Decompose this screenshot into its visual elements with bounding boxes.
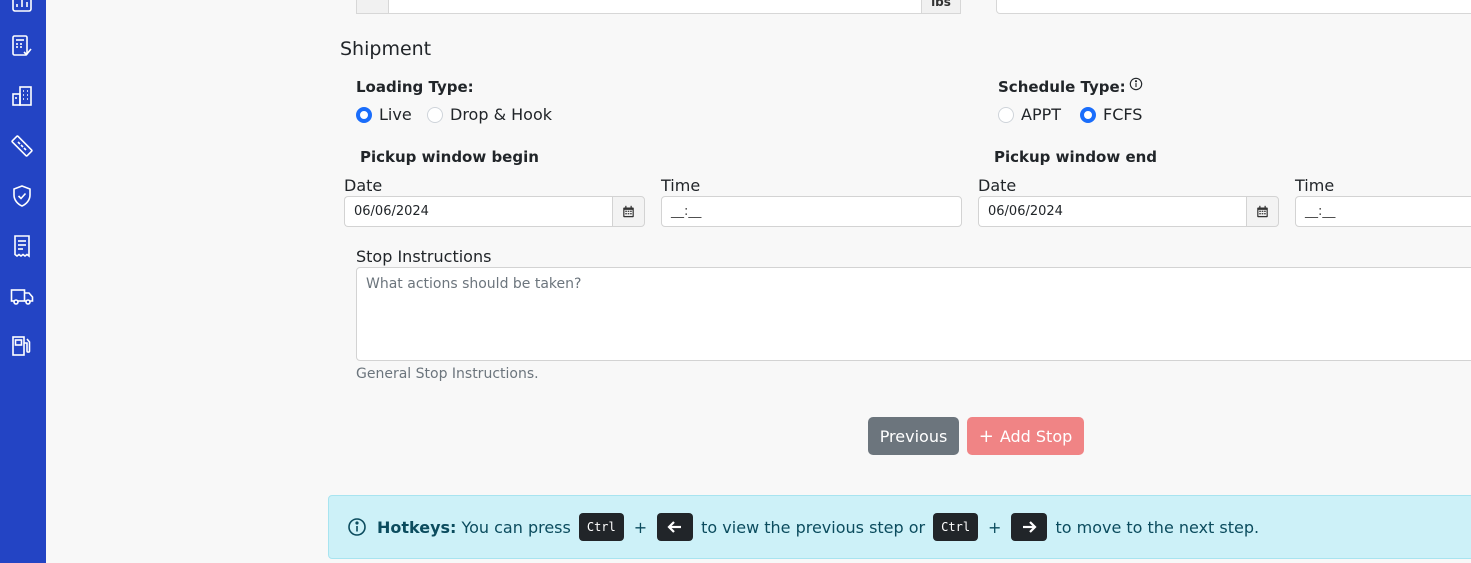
hotkeys-text-1: You can press xyxy=(461,517,571,537)
chart-icon[interactable] xyxy=(10,0,34,14)
radio-label: FCFS xyxy=(1103,105,1143,124)
hotkeys-text-2: to view the previous step or xyxy=(701,517,926,537)
pickup-begin-time-input[interactable]: __:__ xyxy=(661,196,962,227)
arrow-left-icon xyxy=(657,513,694,541)
stop-instructions-placeholder: What actions should be taken? xyxy=(366,276,582,292)
add-stop-button[interactable]: + Add Stop xyxy=(967,417,1084,455)
pickup-end-date-field: 06/06/2024 xyxy=(978,196,1279,227)
weight-unit-label: lbs xyxy=(921,0,961,14)
schedule-type-appt-radio[interactable]: APPT xyxy=(998,105,1061,124)
plus-icon: + xyxy=(978,425,994,447)
shield-check-icon[interactable] xyxy=(10,184,34,208)
calendar-icon[interactable] xyxy=(612,196,645,227)
stop-instructions-label: Stop Instructions xyxy=(356,247,492,266)
hotkeys-alert: Hotkeys: You can press Ctrl + to view th… xyxy=(328,495,1471,559)
hotkeys-title: Hotkeys: xyxy=(377,517,457,537)
ruler-icon[interactable] xyxy=(10,134,34,158)
radio-button[interactable] xyxy=(356,106,372,123)
pickup-begin-label: Pickup window begin xyxy=(360,148,539,166)
invoice-check-icon[interactable] xyxy=(10,34,34,58)
radio-label: Drop & Hook xyxy=(450,105,553,124)
plus-sign: + xyxy=(988,517,1002,537)
schedule-type-fcfs-radio[interactable]: FCFS xyxy=(1080,105,1142,124)
ctrl-key: Ctrl xyxy=(578,513,624,541)
radio-button[interactable] xyxy=(998,106,1014,123)
add-stop-label: Add Stop xyxy=(999,426,1073,446)
pickup-end-date-label: Date xyxy=(978,176,1017,195)
pickup-begin-date-input[interactable]: 06/06/2024 xyxy=(344,196,612,227)
schedule-type-label: Schedule Type: xyxy=(998,78,1126,96)
pickup-end-date-input[interactable]: 06/06/2024 xyxy=(978,196,1246,227)
pickup-begin-date-label: Date xyxy=(344,176,383,195)
info-icon[interactable] xyxy=(1129,77,1143,91)
pickup-begin-time-label: Time xyxy=(661,176,701,195)
loading-type-drop-hook-radio[interactable]: Drop & Hook xyxy=(427,105,552,124)
radio-button[interactable] xyxy=(1080,106,1096,123)
stop-instructions-textarea[interactable]: What actions should be taken? xyxy=(356,267,1471,361)
previous-button[interactable]: Previous xyxy=(868,417,959,455)
truck-icon[interactable] xyxy=(10,284,34,308)
pickup-end-label: Pickup window end xyxy=(994,148,1158,166)
receipt-icon[interactable] xyxy=(10,234,34,258)
stop-instructions-help: General Stop Instructions. xyxy=(356,366,539,382)
pickup-end-time-input[interactable]: __:__ xyxy=(1295,196,1471,227)
pickup-begin-date-field: 06/06/2024 xyxy=(344,196,645,227)
loading-type-live-radio[interactable]: Live xyxy=(356,105,412,124)
sidebar xyxy=(0,0,46,563)
info-circle-icon xyxy=(347,517,367,537)
plus-sign: + xyxy=(633,517,648,537)
weight-unit-selector[interactable] xyxy=(356,0,389,14)
radio-label: Live xyxy=(379,105,412,124)
hotkeys-text-3: to move to the next step. xyxy=(1055,517,1260,537)
calendar-icon[interactable] xyxy=(1246,196,1279,227)
pickup-end-time-label: Time xyxy=(1295,176,1335,195)
buildings-icon[interactable] xyxy=(10,84,34,108)
ctrl-key: Ctrl xyxy=(933,513,979,541)
radio-button[interactable] xyxy=(427,106,443,123)
top-right-input[interactable] xyxy=(996,0,1471,14)
loading-type-label: Loading Type: xyxy=(356,78,474,96)
radio-label: APPT xyxy=(1021,105,1062,124)
arrow-right-icon xyxy=(1011,513,1048,541)
weight-input[interactable] xyxy=(356,0,961,14)
fuel-icon[interactable] xyxy=(10,334,34,358)
section-title: Shipment xyxy=(340,38,432,60)
